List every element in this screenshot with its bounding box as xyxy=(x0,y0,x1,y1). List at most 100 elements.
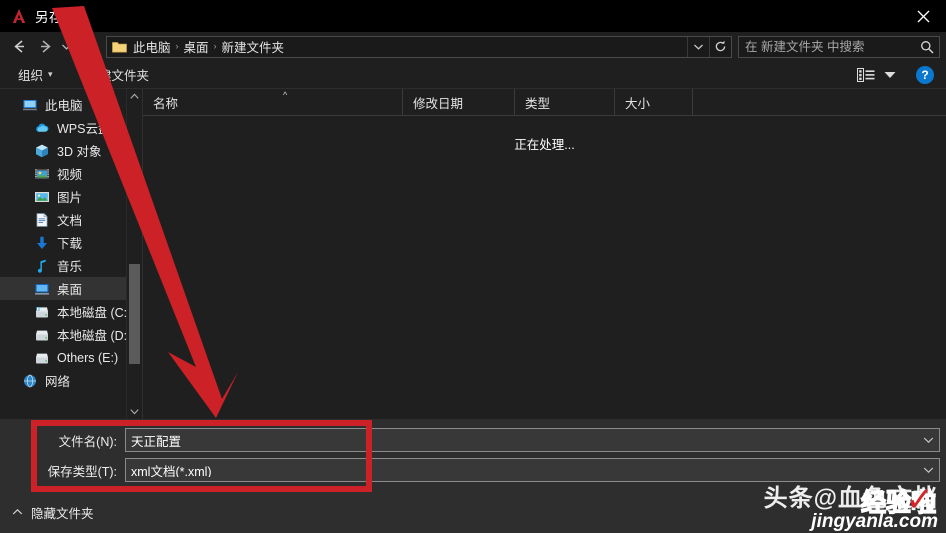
sidebar-item-this-pc[interactable]: 此电脑 xyxy=(0,93,142,116)
sidebar-item-label: Others (E:) xyxy=(57,350,119,365)
drive-icon xyxy=(34,327,50,343)
column-header-date[interactable]: 修改日期 xyxy=(403,89,515,115)
sidebar-item-wps-cloud[interactable]: WPS云盘 xyxy=(0,116,142,139)
computer-icon xyxy=(22,97,38,113)
sidebar-item-pictures[interactable]: 图片 xyxy=(0,185,142,208)
search-icon xyxy=(915,40,939,54)
sidebar-item-videos[interactable]: 视频 xyxy=(0,162,142,185)
folder-tree: 此电脑 WPS云盘 3D 对象 视频 图片 文档 下载 音乐 桌面 本地磁盘 (… xyxy=(0,89,142,392)
music-icon xyxy=(34,258,50,274)
column-label: 大小 xyxy=(625,96,651,111)
sidebar-item-music[interactable]: 音乐 xyxy=(0,254,142,277)
toolbar-right-group: ? xyxy=(854,64,940,86)
organize-label: 组织 xyxy=(18,69,44,83)
folder-icon xyxy=(112,40,127,53)
breadcrumb: 此电脑 › 桌面 › 新建文件夹 xyxy=(129,37,687,56)
sidebar-item-network[interactable]: 网络 xyxy=(0,369,142,392)
cloud-icon xyxy=(34,120,50,136)
search-input[interactable] xyxy=(739,39,915,54)
column-label: 修改日期 xyxy=(413,96,464,111)
chevron-up-icon[interactable] xyxy=(127,89,142,104)
chevron-down-icon: ▾ xyxy=(48,69,53,79)
chevron-up-icon xyxy=(12,508,23,516)
save-as-dialog: 另存为 此电脑 › 桌面 › 新建文件夹 在 新建文件夹 中搜索 组织 ▾ 新建… xyxy=(0,0,946,533)
scrollbar-thumb[interactable] xyxy=(129,264,140,364)
filetype-row: 保存类型(T): xyxy=(0,458,946,482)
sidebar-item-label: 本地磁盘 (C:) xyxy=(57,306,132,320)
sidebar-item-label: 网络 xyxy=(45,375,71,389)
sidebar-item-label: 图片 xyxy=(57,191,83,205)
sidebar-item-label: 此电脑 xyxy=(45,99,83,113)
column-header-filler xyxy=(693,89,946,115)
hide-folders-label: 隐藏文件夹 xyxy=(31,506,94,521)
sidebar-item-label: WPS云盘 xyxy=(57,122,111,136)
save-form: 文件名(N): 保存类型(T): xyxy=(0,419,946,491)
sidebar-item-label: 桌面 xyxy=(57,283,83,297)
sidebar-item-3d-objects[interactable]: 3D 对象 xyxy=(0,139,142,162)
document-icon xyxy=(34,212,50,228)
sidebar-item-local-disk-d[interactable]: 本地磁盘 (D:) xyxy=(0,323,142,346)
filename-combobox[interactable] xyxy=(125,428,940,452)
filetype-label: 保存类型(T): xyxy=(47,464,117,479)
address-history-button[interactable] xyxy=(687,36,709,57)
column-label: 名称 xyxy=(153,96,179,111)
hide-folders-toggle[interactable]: 隐藏文件夹 xyxy=(12,503,94,522)
column-header-row: 名称 ^ 修改日期 类型 大小 xyxy=(143,89,946,116)
up-button[interactable] xyxy=(75,35,101,59)
column-header-size[interactable]: 大小 xyxy=(615,89,693,115)
autocad-a-icon xyxy=(10,7,28,25)
sidebar-item-label: 3D 对象 xyxy=(57,145,102,159)
network-icon xyxy=(22,373,38,389)
sidebar-item-desktop[interactable]: 桌面 xyxy=(0,277,142,300)
sort-ascending-icon: ^ xyxy=(283,90,288,100)
sidebar-item-label: 音乐 xyxy=(57,260,83,274)
window-title: 另存为 xyxy=(35,10,77,25)
video-icon xyxy=(34,166,50,182)
file-list-area[interactable]: 正在处理... xyxy=(143,116,946,419)
caret-down-icon[interactable] xyxy=(880,64,900,86)
refresh-icon[interactable] xyxy=(709,36,731,57)
dialog-body: 此电脑 WPS云盘 3D 对象 视频 图片 文档 下载 音乐 桌面 本地磁盘 (… xyxy=(0,89,946,419)
chevron-down-icon[interactable] xyxy=(917,466,939,474)
filename-row: 文件名(N): xyxy=(0,428,946,452)
list-view-icon[interactable] xyxy=(854,64,878,86)
download-icon xyxy=(34,235,50,251)
cube-icon xyxy=(34,143,50,159)
address-bar-actions xyxy=(687,36,731,57)
filename-label: 文件名(N): xyxy=(58,434,117,449)
breadcrumb-item-0[interactable]: 此电脑 xyxy=(129,37,175,56)
title-bar: 另存为 xyxy=(0,0,946,32)
back-button[interactable] xyxy=(6,35,32,59)
command-toolbar: 组织 ▾ 新建文件夹 ? xyxy=(0,61,946,89)
column-header-type[interactable]: 类型 xyxy=(515,89,615,115)
desktop-icon xyxy=(34,281,50,297)
drive-icon xyxy=(34,350,50,366)
sidebar-item-downloads[interactable]: 下载 xyxy=(0,231,142,254)
sidebar-item-others-e[interactable]: Others (E:) xyxy=(0,346,142,369)
breadcrumb-item-1[interactable]: 桌面 xyxy=(180,37,213,56)
breadcrumb-item-2[interactable]: 新建文件夹 xyxy=(218,37,289,56)
system-drive-icon xyxy=(34,304,50,320)
organize-button[interactable]: 组织 ▾ xyxy=(12,63,59,86)
chevron-down-icon[interactable] xyxy=(127,404,142,419)
column-header-name[interactable]: 名称 ^ xyxy=(143,89,403,115)
forward-button[interactable] xyxy=(32,35,58,59)
help-button[interactable]: ? xyxy=(916,65,934,84)
sidebar-item-label: 文档 xyxy=(57,214,83,228)
new-folder-label: 新建文件夹 xyxy=(86,69,150,83)
filetype-input[interactable] xyxy=(126,463,917,477)
column-label: 类型 xyxy=(525,96,551,111)
close-button[interactable] xyxy=(900,0,946,32)
chevron-down-icon[interactable] xyxy=(917,436,939,444)
filename-input[interactable] xyxy=(126,433,917,447)
new-folder-button[interactable]: 新建文件夹 xyxy=(81,63,156,86)
navigation-bar: 此电脑 › 桌面 › 新建文件夹 xyxy=(0,32,946,61)
sidebar-item-documents[interactable]: 文档 xyxy=(0,208,142,231)
recent-locations-button[interactable] xyxy=(58,35,75,59)
address-bar[interactable]: 此电脑 › 桌面 › 新建文件夹 xyxy=(106,35,732,58)
sidebar-scrollbar[interactable] xyxy=(126,89,142,419)
filetype-combobox[interactable] xyxy=(125,458,940,482)
sidebar-item-local-disk-c[interactable]: 本地磁盘 (C:) xyxy=(0,300,142,323)
search-box[interactable] xyxy=(738,35,940,58)
file-list-pane: 名称 ^ 修改日期 类型 大小 正在处理... xyxy=(143,89,946,419)
